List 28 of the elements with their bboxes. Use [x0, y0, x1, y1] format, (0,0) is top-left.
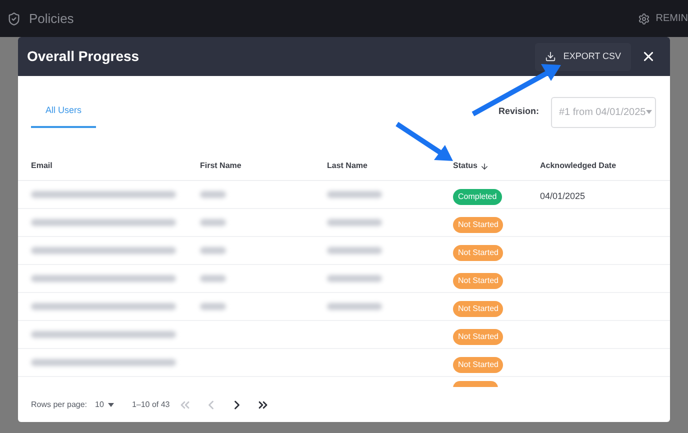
dialog-title: Overall Progress [27, 47, 140, 66]
column-header[interactable]: First Name [200, 160, 242, 172]
status-badge: Not Started [453, 300, 504, 316]
revision-label: Revision: [498, 105, 539, 118]
shield-icon [7, 12, 21, 26]
rows-per-page-label: Rows per page: [31, 398, 88, 410]
sort-arrow-icon[interactable] [480, 162, 490, 170]
status-badge: Not Started [453, 244, 504, 260]
download-icon[interactable] [545, 51, 556, 62]
column-header[interactable]: Status [453, 160, 490, 172]
settings-icon[interactable] [638, 12, 650, 24]
status-badge: Not Started [453, 272, 504, 288]
column-header[interactable]: Email [31, 160, 52, 172]
rows-per-page-select[interactable]: 10 [95, 398, 114, 410]
column-header[interactable]: Acknowledged Date [540, 160, 616, 172]
annotation-arrow [396, 122, 453, 161]
acknowledged-date: 04/01/2025 [540, 190, 586, 200]
status-badge: Not Started [453, 328, 504, 344]
app-title: Policies [29, 10, 74, 28]
status-badge: Completed [453, 188, 502, 204]
close-icon[interactable] [641, 49, 656, 64]
column-header[interactable]: Last Name [327, 160, 368, 172]
dropdown-caret-icon [646, 110, 652, 114]
app-bar-label[interactable]: REMIN [656, 11, 688, 26]
status-badge: Not Started [453, 216, 504, 232]
status-badge: Not Started [453, 356, 504, 372]
export-csv-button[interactable]: EXPORT CSV [535, 42, 631, 70]
page-range: 1–10 of 43 [132, 398, 170, 410]
